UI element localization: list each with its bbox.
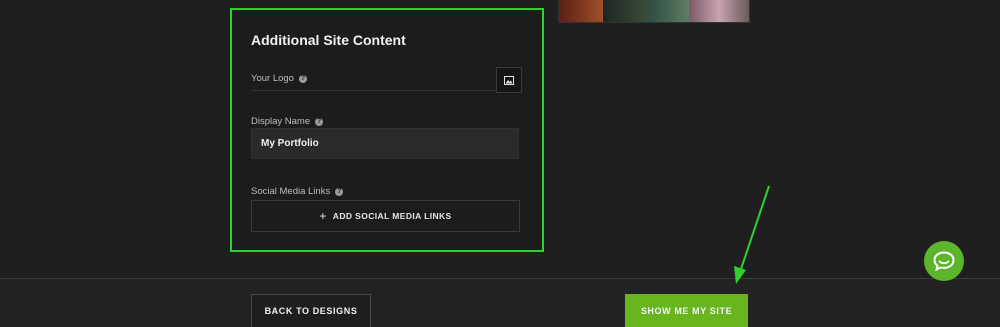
add-social-links-label: ADD SOCIAL MEDIA LINKS (332, 211, 452, 221)
your-logo-label: Your Logo (251, 73, 294, 84)
thumbnail (689, 0, 749, 22)
image-icon (504, 75, 514, 85)
back-to-designs-button[interactable]: BACK TO DESIGNS (251, 294, 371, 327)
chat-bubble-icon (933, 251, 955, 271)
social-links-label-row: Social Media Links ? (251, 186, 344, 197)
show-me-my-site-button[interactable]: SHOW ME MY SITE (625, 294, 748, 327)
logo-divider (251, 90, 496, 91)
plus-icon: + (319, 209, 327, 223)
help-icon[interactable]: ? (335, 187, 344, 196)
social-links-label: Social Media Links (251, 186, 331, 197)
panel-title: Additional Site Content (251, 32, 406, 48)
help-icon[interactable]: ? (298, 74, 307, 83)
your-logo-label-row: Your Logo ? (251, 73, 307, 84)
additional-site-content-panel: Additional Site Content Your Logo ? Disp… (230, 8, 544, 252)
design-thumbnails (558, 0, 750, 23)
upload-logo-button[interactable] (496, 67, 522, 93)
footer-bar (0, 279, 1000, 327)
thumbnail (603, 0, 649, 22)
add-social-links-button[interactable]: + ADD SOCIAL MEDIA LINKS (251, 200, 520, 232)
display-name-input[interactable]: My Portfolio (251, 128, 519, 159)
chat-button[interactable] (924, 241, 964, 281)
thumbnail (649, 0, 689, 22)
display-name-label-row: Display Name ? (251, 116, 324, 127)
display-name-label: Display Name (251, 116, 311, 127)
thumbnail (559, 0, 603, 22)
help-icon[interactable]: ? (315, 117, 324, 126)
